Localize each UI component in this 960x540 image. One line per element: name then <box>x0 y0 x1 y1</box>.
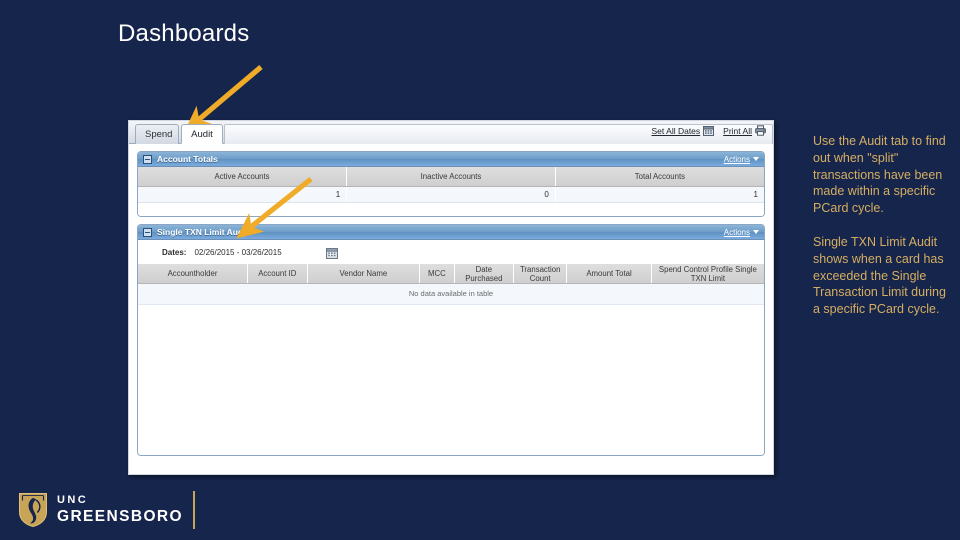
app-tabstrip: Spend Audit Set All Dates Print All <box>129 121 773 144</box>
column-header-transaction-count: Transaction Count <box>513 264 568 284</box>
column-header-total-accounts: Total Accounts <box>555 167 764 187</box>
cell-total-accounts: 1 <box>555 186 764 203</box>
panel-account-totals-header[interactable]: Account Totals Actions <box>138 152 764 167</box>
column-header-spend-control-profile-single-txn-limit: Spend Control Profile Single TXN Limit <box>651 264 764 284</box>
account-totals-table: Active Accounts Inactive Accounts Total … <box>138 167 764 203</box>
set-all-dates-button[interactable]: Set All Dates <box>652 125 715 136</box>
actions-label: Actions <box>723 227 750 237</box>
printer-icon <box>755 125 766 136</box>
tab-spend[interactable]: Spend <box>135 124 179 144</box>
print-all-label: Print All <box>723 125 752 136</box>
single-txn-limit-audit-table: Accountholder Account ID Vendor Name MCC… <box>138 264 764 284</box>
column-header-account-id: Account ID <box>247 264 308 284</box>
app-toolbar-actions: Set All Dates Print All <box>652 125 767 136</box>
panel-account-totals-actions-menu[interactable]: Actions <box>724 155 759 164</box>
dates-filter-row: Dates: 02/26/2015 - 03/26/2015 <box>138 240 764 264</box>
date-picker-button[interactable] <box>325 246 338 259</box>
table-row: 1 0 1 <box>138 186 764 203</box>
panel-single-txn-limit-audit-header[interactable]: Single TXN Limit Audit Actions <box>138 225 764 240</box>
table-header-row: Accountholder Account ID Vendor Name MCC… <box>138 264 764 284</box>
cell-inactive-accounts: 0 <box>346 186 556 203</box>
panel-single-txn-limit-audit-title: Single TXN Limit Audit <box>157 227 249 237</box>
cell-active-accounts: 1 <box>138 186 348 203</box>
logo-line-unc: UNC <box>57 494 89 507</box>
column-header-inactive-accounts: Inactive Accounts <box>346 167 556 187</box>
uncg-shield-icon <box>19 493 47 528</box>
actions-label: Actions <box>723 154 750 164</box>
uncg-logo: UNC GREENSBORO <box>18 489 195 531</box>
panel-account-totals: Account Totals Actions Active Accounts I… <box>137 151 765 217</box>
caret-down-icon <box>753 157 759 161</box>
panel-single-txn-limit-audit-body <box>138 305 764 455</box>
column-header-mcc: MCC <box>419 264 455 284</box>
app-screenshot-image: Spend Audit Set All Dates Print All Acco… <box>128 120 774 475</box>
panel-single-txn-limit-audit-actions-menu[interactable]: Actions <box>724 228 759 237</box>
collapse-minus-icon[interactable] <box>143 227 152 237</box>
caret-down-icon <box>753 230 759 234</box>
note-audit-tab: Use the Audit tab to find out when "spli… <box>813 134 946 216</box>
calendar-icon <box>703 126 715 136</box>
collapse-minus-icon[interactable] <box>143 154 152 164</box>
dates-label: Dates: <box>162 247 187 257</box>
calendar-icon <box>325 248 338 259</box>
column-header-amount-total: Amount Total <box>566 264 652 284</box>
logo-line-greensboro: GREENSBORO <box>57 508 183 526</box>
table-header-row: Active Accounts Inactive Accounts Total … <box>138 167 764 187</box>
logo-divider <box>192 491 195 529</box>
column-header-accountholder: Accountholder <box>138 264 249 284</box>
set-all-dates-label: Set All Dates <box>651 125 701 136</box>
column-header-date-purchased: Date Purchased <box>454 264 515 284</box>
column-header-vendor-name: Vendor Name <box>307 264 421 284</box>
print-all-button[interactable]: Print All <box>723 125 766 136</box>
panel-single-txn-limit-audit: Single TXN Limit Audit Actions Dates: 02… <box>137 224 765 456</box>
panel-account-totals-title: Account Totals <box>157 154 218 164</box>
column-header-active-accounts: Active Accounts <box>138 167 348 187</box>
table-empty-message: No data available in table <box>138 284 764 305</box>
page-title: Dashboards <box>118 20 250 47</box>
tab-audit[interactable]: Audit <box>181 124 223 144</box>
dates-range-value: 02/26/2015 - 03/26/2015 <box>194 247 282 257</box>
panel-account-totals-padding <box>138 203 764 216</box>
explanatory-notes: Use the Audit tab to find out when "spli… <box>813 133 953 318</box>
uncg-wordmark: UNC GREENSBORO <box>57 495 183 525</box>
note-single-txn-limit: Single TXN Limit Audit shows when a card… <box>813 234 946 317</box>
